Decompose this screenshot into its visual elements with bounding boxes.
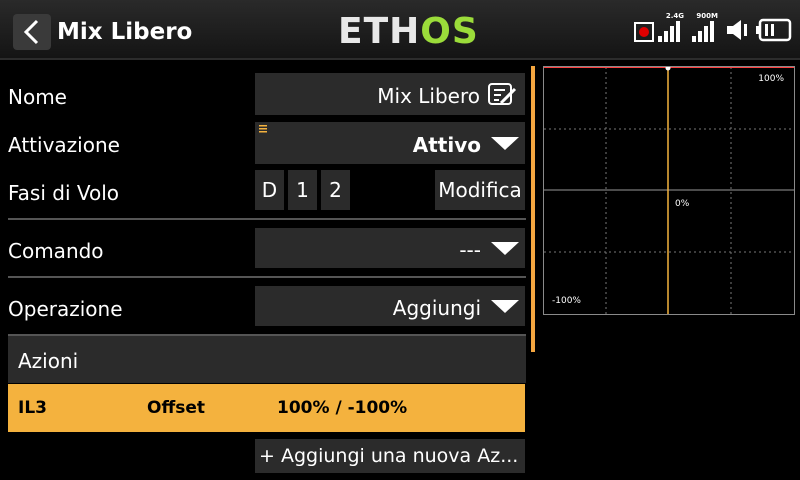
activation-dropdown[interactable]: Attivo bbox=[255, 122, 525, 164]
actions-header: Azioni bbox=[8, 336, 526, 383]
divider bbox=[8, 218, 526, 220]
flight-mode-1[interactable]: 1 bbox=[288, 170, 317, 210]
action-source: IL3 bbox=[18, 398, 47, 418]
dropdown-arrow-icon bbox=[491, 300, 519, 313]
action-row[interactable]: IL3 Offset 100% / -100% bbox=[8, 384, 525, 432]
flight-modes-label: Fasi di Volo bbox=[8, 181, 120, 205]
flight-mode-2[interactable]: 2 bbox=[321, 170, 350, 210]
record-icon bbox=[634, 22, 654, 42]
menu-lines-icon bbox=[259, 125, 267, 133]
command-dropdown[interactable]: --- bbox=[255, 228, 525, 268]
name-value: Mix Libero bbox=[377, 84, 480, 108]
mix-graph: 100% 0% -100% bbox=[543, 66, 795, 315]
operation-value: Aggiungi bbox=[392, 296, 481, 320]
battery-icon bbox=[756, 18, 792, 42]
speaker-icon bbox=[727, 20, 747, 40]
name-label: Nome bbox=[8, 85, 67, 109]
command-label: Comando bbox=[8, 239, 104, 263]
dropdown-arrow-icon bbox=[491, 242, 519, 255]
top-bar: Mix Libero ETHOS 2.4G 900M bbox=[0, 0, 800, 60]
edit-icon bbox=[488, 83, 517, 105]
action-value: 100% / -100% bbox=[277, 398, 408, 418]
graph-mid-label: 0% bbox=[675, 199, 690, 209]
signal-900m-icon: 900M bbox=[692, 12, 718, 42]
graph-top-label: 100% bbox=[758, 74, 784, 84]
status-icons: 2.4G 900M bbox=[634, 12, 792, 42]
name-field[interactable]: Mix Libero bbox=[255, 73, 525, 115]
divider bbox=[8, 276, 526, 278]
flight-mode-d[interactable]: D bbox=[255, 170, 284, 210]
signal-2-4g-icon: 2.4G bbox=[658, 12, 684, 42]
modify-button[interactable]: Modifica bbox=[435, 170, 525, 210]
add-action-button[interactable]: + Aggiungi una nuova Az... bbox=[255, 439, 525, 473]
graph-grid bbox=[544, 67, 794, 314]
operation-dropdown[interactable]: Aggiungi bbox=[255, 286, 525, 326]
dropdown-arrow-icon bbox=[491, 137, 519, 150]
page-title: Mix Libero bbox=[57, 19, 193, 45]
command-value: --- bbox=[459, 238, 481, 262]
action-type: Offset bbox=[147, 398, 205, 418]
ethos-logo: ETHOS bbox=[338, 11, 479, 52]
scrollbar[interactable] bbox=[531, 66, 535, 352]
graph-bottom-label: -100% bbox=[552, 296, 581, 306]
operation-label: Operazione bbox=[8, 297, 123, 321]
activation-value: Attivo bbox=[412, 133, 481, 157]
chevron-left-icon bbox=[23, 19, 39, 45]
back-button[interactable] bbox=[13, 14, 51, 50]
activation-label: Attivazione bbox=[8, 133, 120, 157]
